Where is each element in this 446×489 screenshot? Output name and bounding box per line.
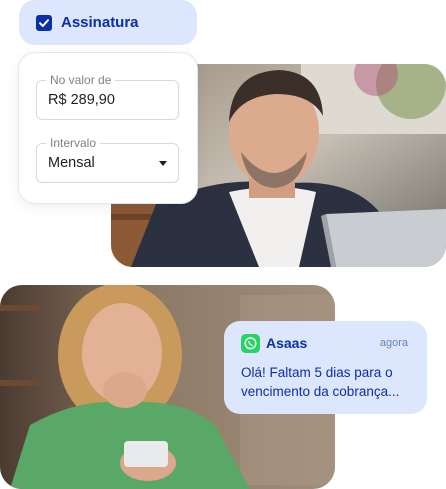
interval-select-value: Mensal [48, 155, 95, 171]
amount-field[interactable]: No valor de R$ 289,90 [36, 73, 179, 120]
subscription-toggle[interactable]: Assinatura [19, 0, 197, 45]
whatsapp-icon [241, 334, 260, 353]
caret-down-icon[interactable] [159, 161, 167, 166]
subscription-label: Assinatura [61, 14, 139, 31]
notification-message: Olá! Faltam 5 dias para o vencimento da … [241, 363, 421, 401]
interval-select-label: Intervalo [46, 136, 101, 150]
checkbox-checked-icon[interactable] [36, 14, 52, 31]
amount-field-label: No valor de [46, 73, 116, 87]
interval-select[interactable]: Intervalo Mensal [36, 136, 179, 183]
amount-field-value: R$ 289,90 [48, 92, 115, 108]
notification-time: agora [379, 337, 408, 349]
notification-message-line-2: vencimento da cobrança... [241, 384, 400, 399]
billing-form-card: No valor de R$ 289,90 Intervalo Mensal [19, 53, 197, 203]
whatsapp-notification[interactable]: Asaas agora Olá! Faltam 5 dias para o ve… [224, 321, 427, 414]
notification-sender: Asaas [266, 335, 308, 351]
notification-message-line-1: Olá! Faltam 5 dias para o [241, 365, 393, 380]
